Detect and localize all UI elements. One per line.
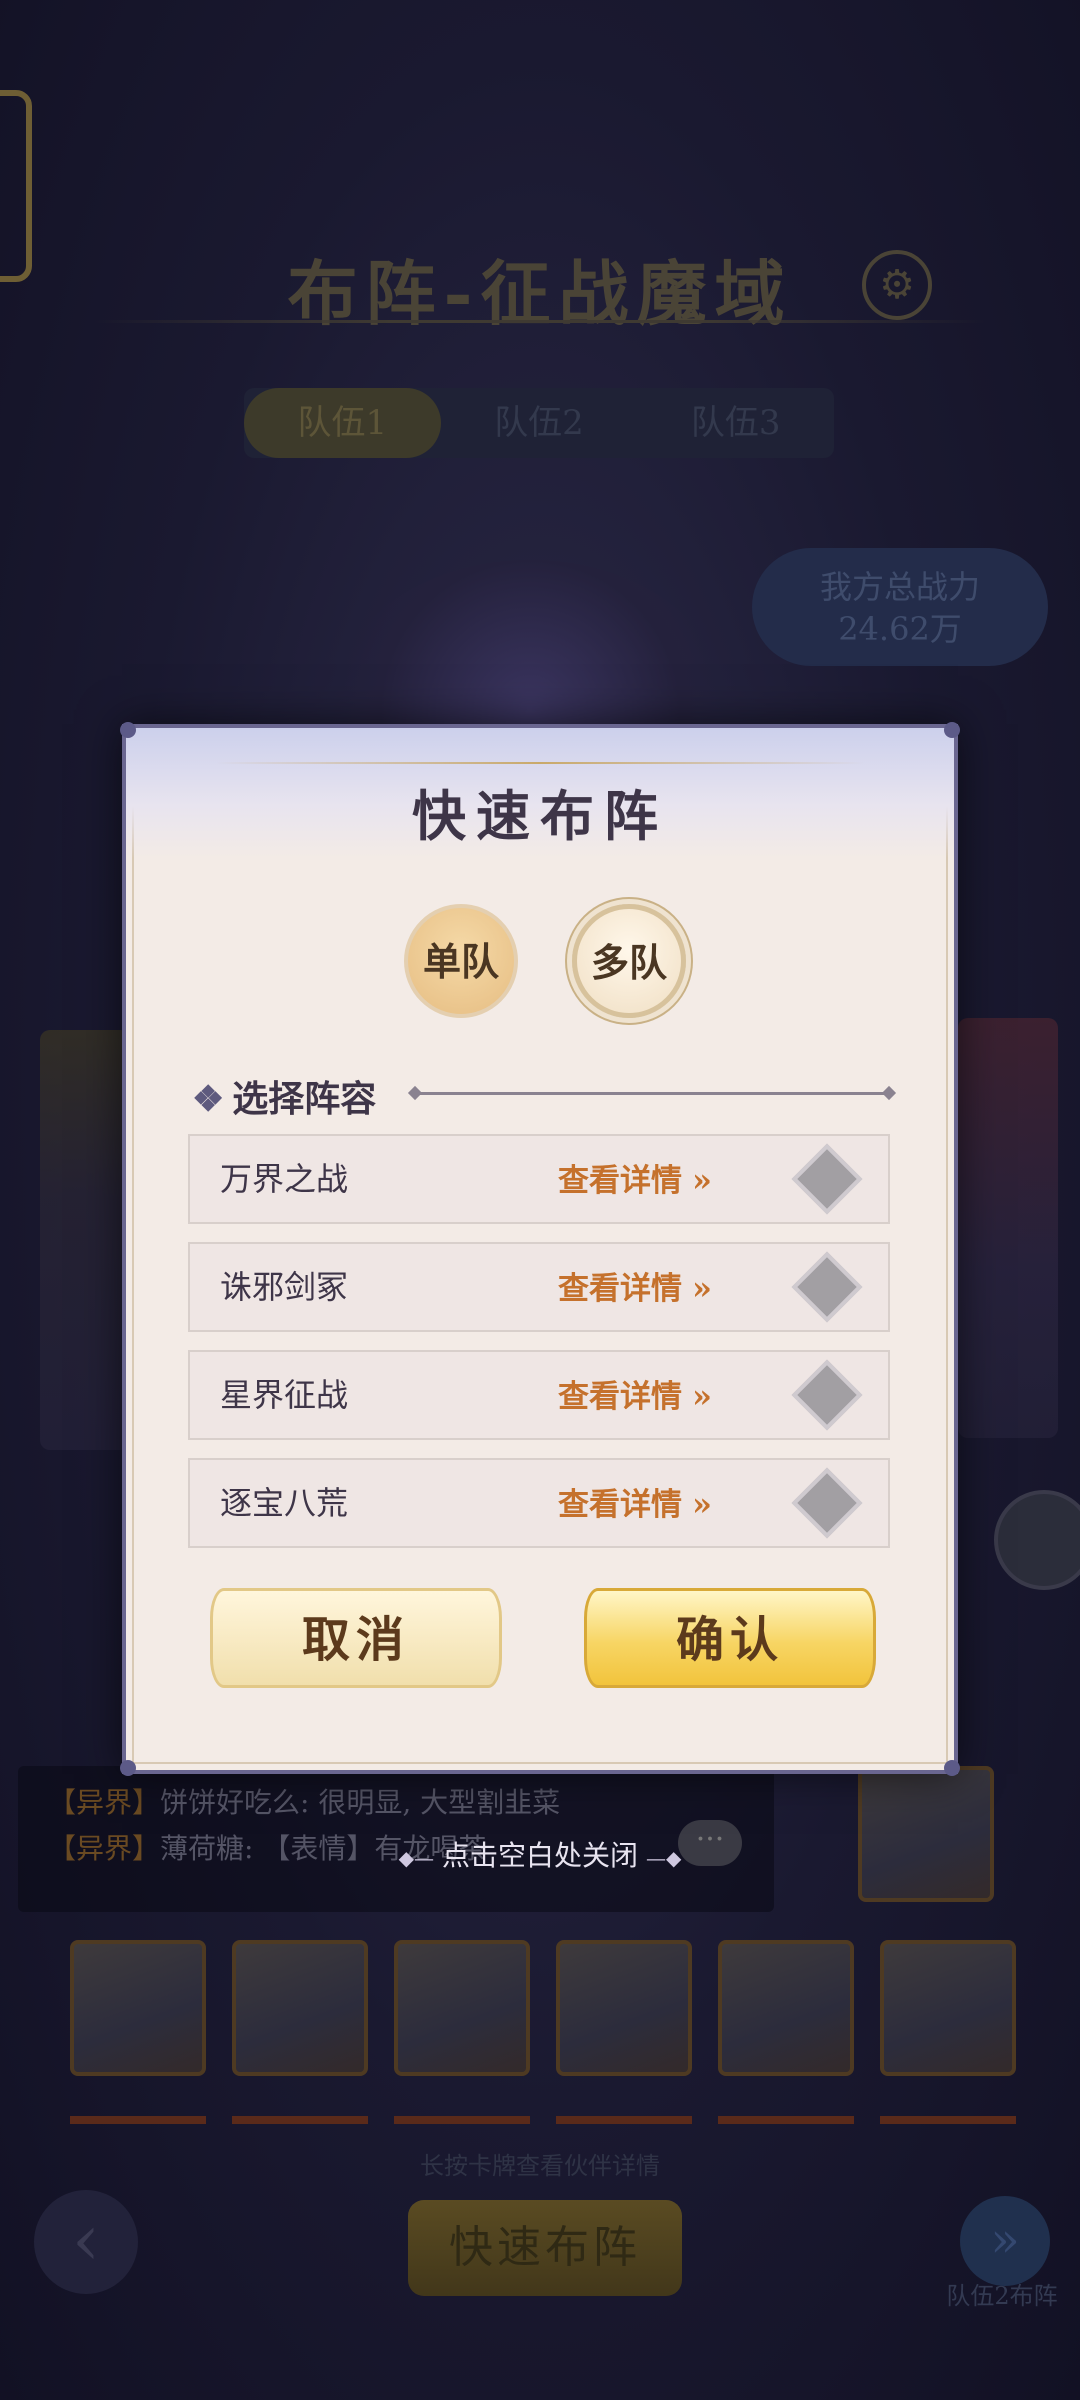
settings-gear-icon: ⚙ — [862, 250, 932, 320]
view-details-link[interactable]: 查看详情 » — [558, 1136, 712, 1225]
double-chevron-icon: » — [692, 1161, 712, 1199]
power-badge: 我方总战力 24.62万 — [752, 548, 1048, 666]
corner-ornament — [944, 1760, 960, 1776]
hint-ornament-right: —◆ — [646, 1846, 682, 1870]
tab-team-1: 队伍1 — [244, 388, 441, 458]
hero-card — [232, 1940, 368, 2076]
lineup-row[interactable]: 诛邪剑冢 查看详情 » — [188, 1242, 890, 1332]
power-value: 24.62万 — [838, 610, 962, 648]
title-divider — [95, 320, 985, 323]
view-details-label: 查看详情 — [558, 1271, 682, 1307]
card-row — [70, 1940, 1016, 2076]
back-arrow-icon: ‹ — [34, 2190, 138, 2294]
lineup-row[interactable]: 逐宝八荒 查看详情 » — [188, 1458, 890, 1548]
double-chevron-icon: » — [692, 1269, 712, 1307]
confirm-button[interactable]: 确认 — [584, 1588, 876, 1688]
view-details-label: 查看详情 — [558, 1487, 682, 1523]
checkbox-diamond[interactable] — [791, 1143, 863, 1215]
chat-channel-tag: 【异界】 — [48, 1786, 161, 1819]
close-hint-label: 点击空白处关闭 — [441, 1839, 638, 1872]
section-title: ❖ 选择阵容 — [192, 1070, 376, 1122]
lineup-name: 星界征战 — [220, 1376, 349, 1414]
hero-card — [556, 1940, 692, 2076]
view-details-label: 查看详情 — [558, 1379, 682, 1415]
left-side-panel — [40, 1030, 130, 1450]
corner-ornament — [120, 1760, 136, 1776]
section-title-label: 选择阵容 — [232, 1078, 377, 1120]
close-hint[interactable]: ◆— 点击空白处关闭 —◆ — [0, 1834, 1080, 1874]
view-details-link[interactable]: 查看详情 » — [558, 1352, 712, 1441]
background-quick-button: 快速布阵 — [408, 2200, 682, 2296]
view-details-link[interactable]: 查看详情 » — [558, 1460, 712, 1549]
tab-team-2: 队伍2 — [494, 403, 584, 443]
lineup-name: 逐宝八荒 — [220, 1484, 349, 1522]
hero-card — [70, 1940, 206, 2076]
view-details-label: 查看详情 — [558, 1163, 682, 1199]
section-divider — [414, 1092, 890, 1095]
double-chevron-icon: » — [692, 1377, 712, 1415]
lineup-row[interactable]: 万界之战 查看详情 » — [188, 1134, 890, 1224]
lineup-row[interactable]: 星界征战 查看详情 » — [188, 1350, 890, 1440]
hint-ornament-left: ◆— — [398, 1846, 434, 1870]
right-side-panel — [958, 1018, 1058, 1438]
lineup-name: 万界之战 — [220, 1160, 349, 1198]
quick-formation-dialog: 快速布阵 单队 多队 ❖ 选择阵容 万界之战 查看详情 » 诛邪剑冢 查看详情 » 星… — [120, 722, 960, 1776]
chat-text: 饼饼好吃么: 很明显, 大型割韭菜 — [160, 1786, 561, 1819]
team-tabs: 队伍1 队伍2 队伍3 — [244, 388, 834, 458]
title-ornament — [216, 762, 864, 764]
diamond-icon: ❖ — [192, 1078, 225, 1120]
hero-card — [394, 1940, 530, 2076]
tab-team-3: 队伍3 — [690, 403, 781, 443]
corner-ornament — [120, 722, 136, 738]
double-chevron-icon: » — [692, 1485, 712, 1523]
dialog-title: 快速布阵 — [412, 784, 668, 848]
card-strip — [70, 2116, 1016, 2124]
corner-ornament — [944, 722, 960, 738]
next-arrow-icon: » — [960, 2196, 1050, 2286]
multi-team-button[interactable]: 多队 — [572, 904, 686, 1018]
view-details-link[interactable]: 查看详情 » — [558, 1244, 712, 1333]
power-label: 我方总战力 — [819, 568, 980, 606]
next-label: 队伍2布阵 — [946, 2282, 1058, 2310]
hero-card — [880, 1940, 1016, 2076]
chat-line: 【异界】饼饼好吃么: 很明显, 大型割韭菜 — [48, 1780, 744, 1826]
checkbox-diamond[interactable] — [791, 1251, 863, 1323]
background-hint: 长按卡牌查看伙伴详情 — [420, 2152, 660, 2180]
hero-card — [718, 1940, 854, 2076]
checkbox-diamond[interactable] — [791, 1467, 863, 1539]
cancel-button[interactable]: 取消 — [210, 1588, 502, 1688]
single-team-button[interactable]: 单队 — [404, 904, 518, 1018]
lineup-name: 诛邪剑冢 — [220, 1268, 349, 1306]
checkbox-diamond[interactable] — [791, 1359, 863, 1431]
